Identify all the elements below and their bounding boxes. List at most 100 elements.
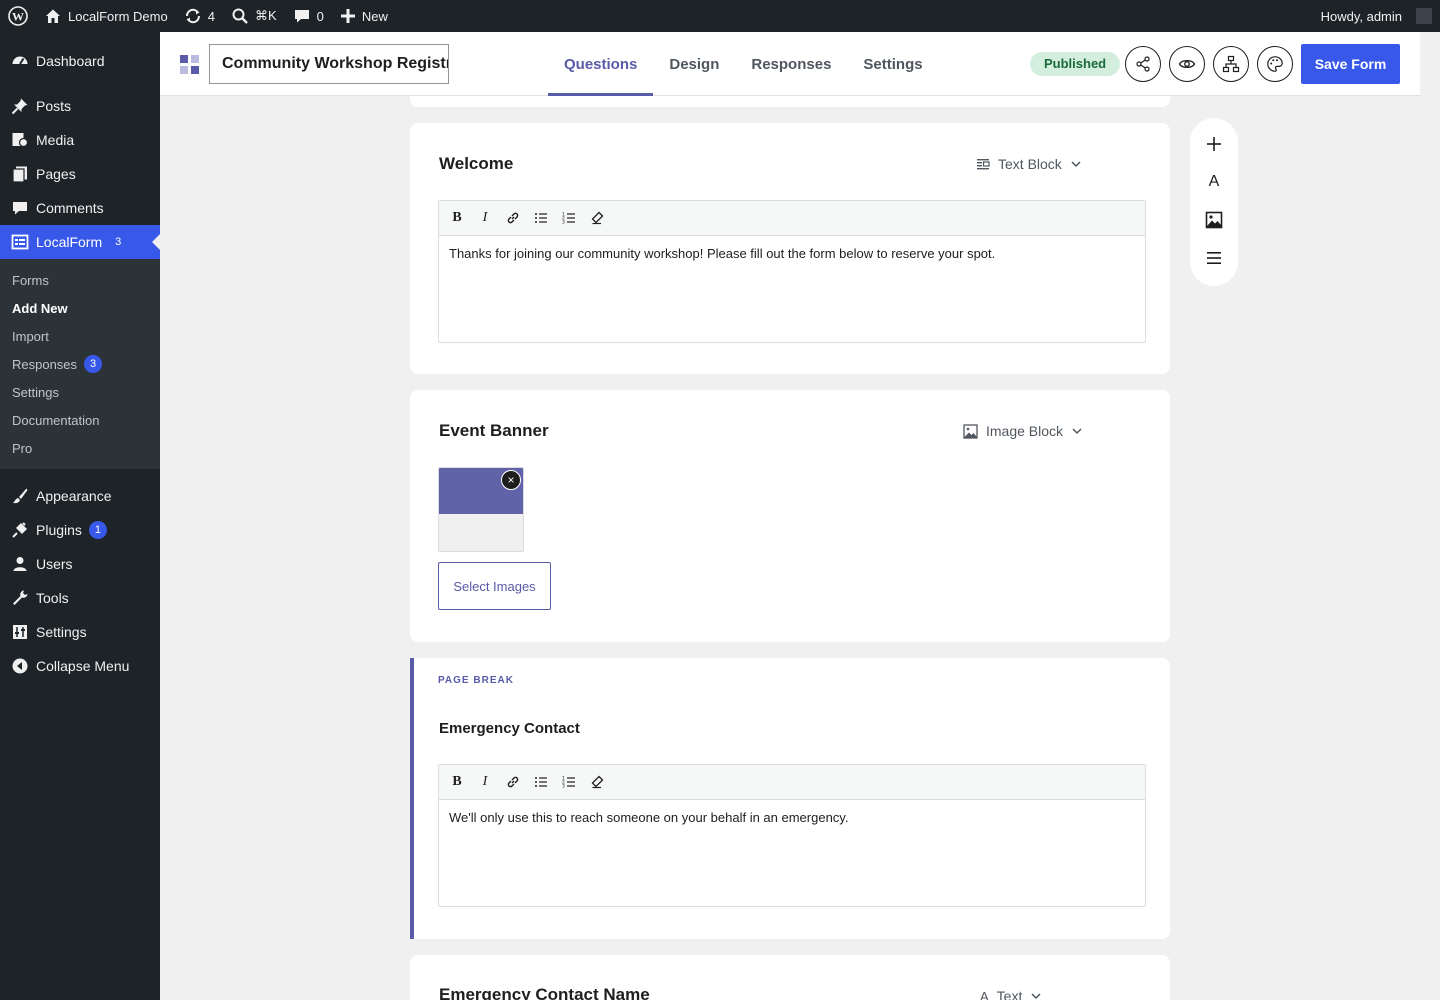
text-block-glyph: A: [1208, 173, 1220, 190]
sidebar-item-users[interactable]: Users: [0, 547, 160, 581]
image-block-card-event-banner[interactable]: Event Banner Image Block × Select Images: [410, 390, 1170, 642]
link-icon[interactable]: [505, 210, 521, 226]
updates-link[interactable]: 4: [176, 0, 223, 32]
submenu-item-import[interactable]: Import: [0, 322, 160, 350]
page-break-card-emergency-contact[interactable]: PAGE BREAK Emergency Contact B I 123 We'…: [410, 658, 1170, 939]
clear-formatting-icon[interactable]: [589, 210, 605, 226]
form-editor-header: Community Workshop Registr Questions Des…: [160, 32, 1420, 96]
wordpress-logo-icon[interactable]: W: [0, 0, 36, 32]
text-block-type-icon: [977, 159, 990, 170]
wrench-icon: [10, 588, 30, 608]
sidebar-item-label: Plugins: [36, 522, 82, 538]
tab-settings[interactable]: Settings: [847, 32, 938, 96]
search-icon: [232, 8, 248, 24]
text-question-card-emergency-contact-name[interactable]: Emergency Contact Name A Text: [410, 955, 1170, 1000]
select-images-button[interactable]: Select Images: [438, 562, 551, 610]
svg-text:3: 3: [562, 784, 565, 790]
numbered-list-icon[interactable]: 123: [561, 210, 577, 226]
site-name-link[interactable]: LocalForm Demo: [36, 0, 176, 32]
plugin-icon: [10, 520, 30, 540]
tab-responses[interactable]: Responses: [735, 32, 847, 96]
text-block-card-welcome[interactable]: Welcome Text Block B I 123 Thanks for jo…: [410, 123, 1170, 374]
sidebar-item-label: Pages: [36, 166, 76, 182]
collapse-menu-button[interactable]: Collapse Menu: [0, 649, 160, 683]
text-block-icon[interactable]: A: [1202, 170, 1226, 194]
chevron-down-icon: [1071, 161, 1081, 168]
bold-button[interactable]: B: [449, 210, 465, 226]
localform-logo-icon[interactable]: [180, 55, 199, 74]
submenu-item-forms[interactable]: Forms: [0, 266, 160, 294]
form-title-input[interactable]: Community Workshop Registr: [209, 44, 449, 84]
new-content-link[interactable]: New: [332, 0, 396, 32]
text-type-icon: A: [980, 988, 989, 1000]
theme-button[interactable]: [1257, 46, 1293, 82]
sidebar-item-posts[interactable]: Posts: [0, 89, 160, 123]
tab-design[interactable]: Design: [653, 32, 735, 96]
numbered-list-icon[interactable]: 123: [561, 774, 577, 790]
comments-link[interactable]: 0: [285, 0, 332, 32]
submenu-item-add-new[interactable]: Add New: [0, 294, 160, 322]
submenu-item-responses[interactable]: Responses 3: [0, 350, 160, 378]
site-name: LocalForm Demo: [68, 8, 168, 24]
sidebar-item-label: Collapse Menu: [36, 658, 130, 674]
submenu-item-label: Responses: [12, 356, 78, 372]
editor-content[interactable]: We'll only use this to reach someone on …: [439, 800, 1145, 906]
sidebar-item-plugins[interactable]: Plugins 1: [0, 513, 160, 547]
block-type-select[interactable]: Text Block: [976, 156, 1082, 172]
user-icon: [10, 554, 30, 574]
command-shortcut: ⌘K: [254, 8, 277, 23]
block-type-label: Image Block: [986, 423, 1064, 439]
sidebar-item-comments[interactable]: Comments: [0, 191, 160, 225]
bold-button[interactable]: B: [449, 774, 465, 790]
clear-formatting-icon[interactable]: [589, 774, 605, 790]
sidebar-item-tools[interactable]: Tools: [0, 581, 160, 615]
pin-icon: [10, 96, 30, 116]
bullet-list-icon[interactable]: [533, 774, 549, 790]
save-form-button[interactable]: Save Form: [1301, 44, 1400, 84]
palette-icon: [1267, 56, 1283, 72]
comment-icon: [294, 10, 309, 23]
command-search[interactable]: ⌘K: [223, 0, 285, 32]
sidebar-item-media[interactable]: Media: [0, 123, 160, 157]
admin-bar: W LocalForm Demo 4 ⌘K 0 New Howdy, admin: [0, 0, 1440, 32]
avatar: [1416, 8, 1432, 24]
link-icon[interactable]: [505, 774, 521, 790]
logic-flow-button[interactable]: [1213, 46, 1249, 82]
image-block-icon[interactable]: [1202, 208, 1226, 232]
italic-button[interactable]: I: [477, 210, 493, 226]
italic-button[interactable]: I: [477, 774, 493, 790]
block-title: Welcome: [439, 154, 514, 173]
sidebar-item-appearance[interactable]: Appearance: [0, 479, 160, 513]
preview-button[interactable]: [1169, 46, 1205, 82]
block-type-select[interactable]: A Text: [980, 988, 1042, 1000]
status-badge: Published: [1030, 52, 1121, 76]
sidebar-item-pages[interactable]: Pages: [0, 157, 160, 191]
sidebar-item-settings[interactable]: Settings: [0, 615, 160, 649]
sidebar-item-label: Dashboard: [36, 53, 105, 69]
submenu-item-documentation[interactable]: Documentation: [0, 406, 160, 434]
sidebar-item-label: Comments: [36, 200, 104, 216]
submenu-item-pro[interactable]: Pro: [0, 434, 160, 462]
block-tool-rail: A: [1190, 118, 1238, 286]
sidebar-item-localform[interactable]: LocalForm 3: [0, 225, 160, 259]
bullet-list-icon[interactable]: [533, 210, 549, 226]
comment-icon: [10, 198, 30, 218]
submenu-item-settings[interactable]: Settings: [0, 378, 160, 406]
page-break-icon[interactable]: [1202, 246, 1226, 270]
chevron-down-icon: [1072, 428, 1082, 435]
svg-text:3: 3: [562, 220, 565, 226]
tab-questions[interactable]: Questions: [548, 32, 654, 96]
account-menu[interactable]: Howdy, admin: [1313, 0, 1440, 32]
eye-icon: [1178, 59, 1196, 69]
editor-toolbar: B I 123: [439, 201, 1145, 236]
share-icon: [1136, 56, 1150, 72]
localform-count-badge: 3: [115, 236, 122, 248]
block-type-select[interactable]: Image Block: [963, 423, 1083, 439]
add-block-plus-icon[interactable]: [1202, 132, 1226, 156]
share-button[interactable]: [1125, 46, 1161, 82]
sidebar-item-dashboard[interactable]: Dashboard: [0, 44, 160, 78]
remove-image-close-icon[interactable]: ×: [501, 470, 521, 490]
block-title: Emergency Contact Name: [439, 985, 650, 1000]
sidebar-item-label: LocalForm: [36, 234, 103, 250]
editor-content[interactable]: Thanks for joining our community worksho…: [439, 236, 1145, 342]
